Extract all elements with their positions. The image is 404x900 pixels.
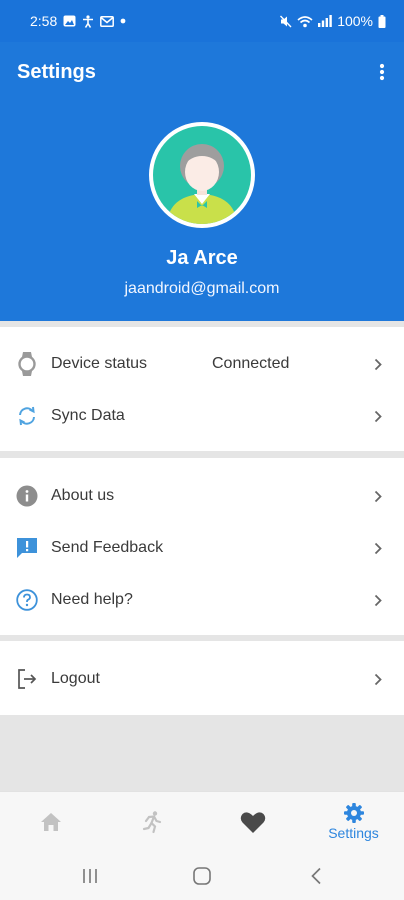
device-status-value: Connected — [212, 355, 290, 372]
settings-section-device: Device status Connected Sync Data — [0, 327, 404, 451]
device-status-label: Device status — [51, 355, 148, 372]
chevron-right-icon — [372, 488, 384, 504]
watch-icon — [14, 351, 40, 377]
nav-settings[interactable]: Settings — [303, 792, 404, 852]
about-us-label: About us — [51, 487, 115, 504]
battery-icon — [378, 14, 386, 28]
status-time: 2:58 — [30, 13, 58, 29]
sync-data-label: Sync Data — [51, 407, 125, 424]
nav-activity[interactable] — [101, 792, 202, 852]
home-button-icon[interactable] — [188, 864, 216, 888]
nav-settings-label: Settings — [328, 825, 379, 841]
system-nav-bar — [0, 852, 404, 900]
mute-icon — [280, 15, 292, 28]
sync-icon — [14, 403, 40, 429]
battery-percent: 100% — [337, 13, 373, 29]
gallery-icon — [63, 15, 76, 27]
send-feedback-label: Send Feedback — [51, 539, 164, 556]
run-icon — [142, 811, 161, 834]
send-feedback-row[interactable]: Send Feedback — [0, 522, 404, 574]
nav-health[interactable] — [202, 792, 303, 852]
home-icon — [40, 813, 61, 831]
logout-row[interactable]: Logout — [0, 653, 404, 705]
help-icon — [14, 587, 40, 613]
dot-icon — [120, 18, 126, 24]
avatar[interactable] — [149, 122, 255, 228]
need-help-row[interactable]: Need help? — [0, 574, 404, 626]
recents-icon[interactable] — [76, 864, 104, 888]
chevron-right-icon — [372, 592, 384, 608]
chevron-right-icon — [372, 408, 384, 424]
accessibility-icon — [82, 14, 94, 28]
chevron-right-icon — [372, 540, 384, 556]
page-title: Settings — [17, 61, 96, 83]
device-status-row[interactable]: Device status Connected — [0, 338, 404, 390]
user-name: Ja Arce — [166, 247, 238, 269]
bottom-nav: Settings — [0, 791, 404, 852]
wifi-icon — [297, 15, 313, 28]
back-icon[interactable] — [302, 864, 330, 888]
settings-section-account: Logout — [0, 641, 404, 715]
info-icon — [14, 483, 40, 509]
signal-icon — [318, 15, 332, 27]
mail-icon — [100, 15, 115, 27]
about-us-row[interactable]: About us — [0, 470, 404, 522]
nav-home[interactable] — [0, 792, 101, 852]
feedback-icon — [14, 535, 40, 561]
user-avatar-icon — [153, 126, 251, 224]
chevron-right-icon — [372, 356, 384, 372]
user-email: jaandroid@gmail.com — [124, 280, 280, 297]
heart-icon — [240, 811, 265, 833]
logout-icon — [14, 666, 40, 692]
profile-header: Settings Ja Arce jaandroid@gmail.com — [0, 42, 404, 321]
chevron-right-icon — [372, 671, 384, 687]
status-bar: 2:58 100% — [0, 0, 404, 42]
settings-section-info: About us Send Feedback Need help? — [0, 458, 404, 635]
more-vert-icon[interactable] — [374, 60, 390, 84]
logout-label: Logout — [51, 670, 100, 687]
gear-icon — [343, 803, 364, 823]
need-help-label: Need help? — [51, 591, 133, 608]
sync-data-row[interactable]: Sync Data — [0, 390, 404, 442]
